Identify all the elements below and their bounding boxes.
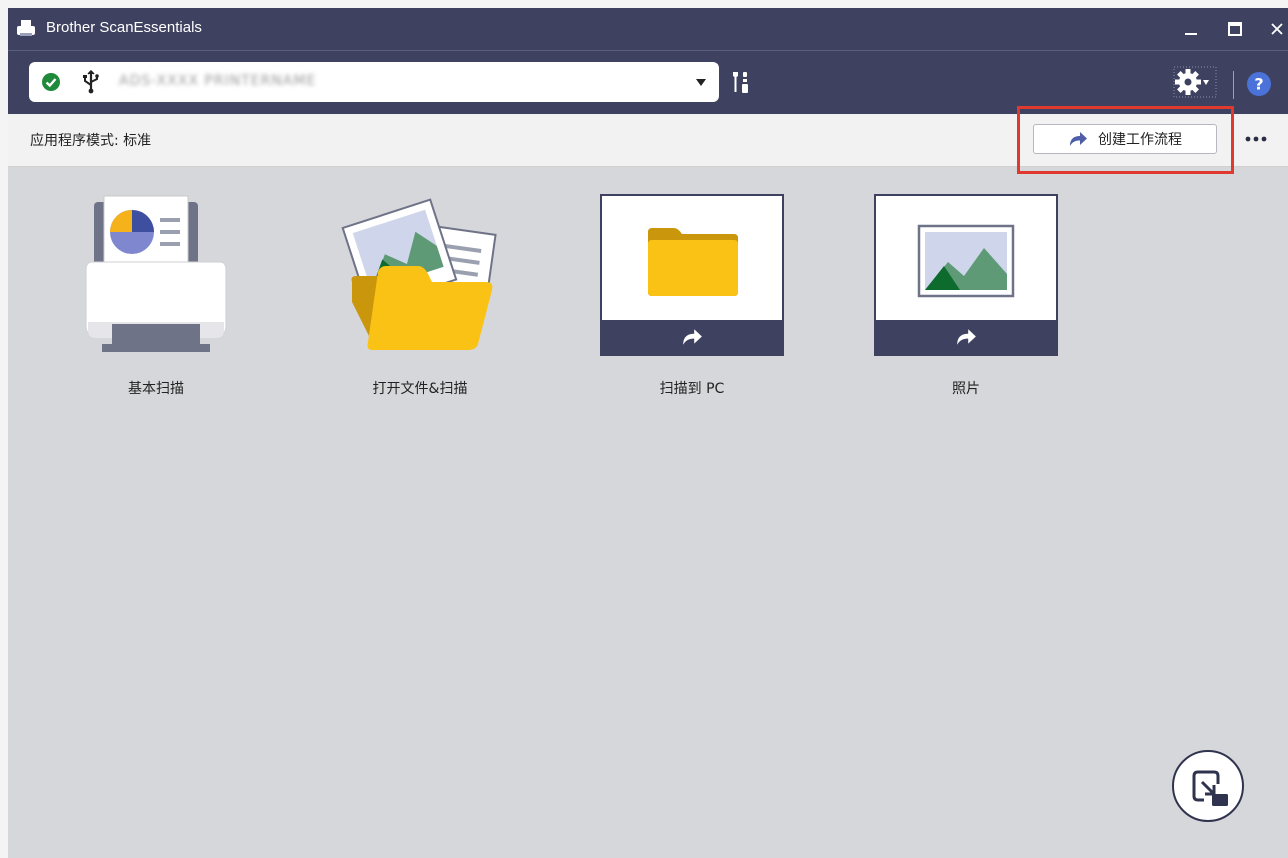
scanner-icon: [85, 195, 227, 352]
app-window: Brother ScanEssentials ADS-XXXX PRINTERN…: [8, 8, 1288, 858]
switch-view-button[interactable]: [1172, 750, 1244, 822]
maximize-icon: [1228, 22, 1242, 36]
tile-label: 基本扫描: [128, 381, 184, 397]
minimize-button[interactable]: [1178, 16, 1204, 42]
open-file-folder-icon: [341, 198, 497, 350]
folder-icon: [648, 228, 738, 296]
gear-icon: [1173, 66, 1217, 98]
card-footer: [876, 320, 1056, 354]
tile-label: 照片: [952, 381, 980, 397]
close-icon: [1271, 23, 1283, 35]
tile-basic-scan[interactable]: 基本扫描: [64, 192, 248, 412]
tile-scan-to-pc[interactable]: 扫描到 PC: [600, 192, 784, 412]
toolbar-divider: [1233, 71, 1234, 99]
photo-card[interactable]: [874, 194, 1058, 356]
photo-icon: [917, 224, 1015, 298]
settings-button[interactable]: [1172, 65, 1218, 99]
help-button[interactable]: ?: [1246, 71, 1272, 97]
share-arrow-icon: [957, 329, 976, 345]
title-bar: Brother ScanEssentials: [8, 8, 1288, 50]
share-arrow-icon: [683, 329, 702, 345]
tile-open-file-scan[interactable]: 打开文件&扫描: [328, 192, 512, 412]
tile-label: 扫描到 PC: [659, 381, 725, 397]
create-workflow-button[interactable]: 创建工作流程: [1033, 124, 1217, 154]
create-workflow-label: 创建工作流程: [1098, 132, 1182, 148]
svg-text:?: ?: [1254, 75, 1263, 94]
tile-photo[interactable]: 照片: [874, 192, 1058, 412]
scan-to-pc-card[interactable]: [600, 194, 784, 356]
minimize-icon: [1185, 33, 1197, 35]
app-mode-label: 应用程序模式: 标准: [30, 133, 152, 149]
device-select[interactable]: ADS-XXXX PRINTERNAME: [29, 62, 719, 102]
card-footer: [602, 320, 782, 354]
more-icon[interactable]: [1244, 132, 1268, 146]
help-icon: ?: [1247, 72, 1271, 96]
tools-icon[interactable]: [730, 70, 756, 96]
switch-view-icon: [1192, 770, 1228, 806]
close-button[interactable]: [1264, 16, 1288, 42]
app-scanner-icon: [17, 20, 35, 36]
maximize-button[interactable]: [1222, 16, 1248, 42]
window-title: Brother ScanEssentials: [46, 19, 202, 36]
tile-label: 打开文件&扫描: [372, 381, 468, 397]
usb-icon: [83, 70, 99, 94]
share-arrow-icon: [1070, 132, 1087, 146]
device-name: ADS-XXXX PRINTERNAME: [119, 73, 317, 89]
check-circle-icon: [42, 73, 60, 91]
chevron-down-icon: [696, 79, 706, 86]
device-toolbar: ADS-XXXX PRINTERNAME ?: [8, 50, 1288, 115]
mode-bar: 应用程序模式: 标准 创建工作流程: [8, 106, 1288, 174]
